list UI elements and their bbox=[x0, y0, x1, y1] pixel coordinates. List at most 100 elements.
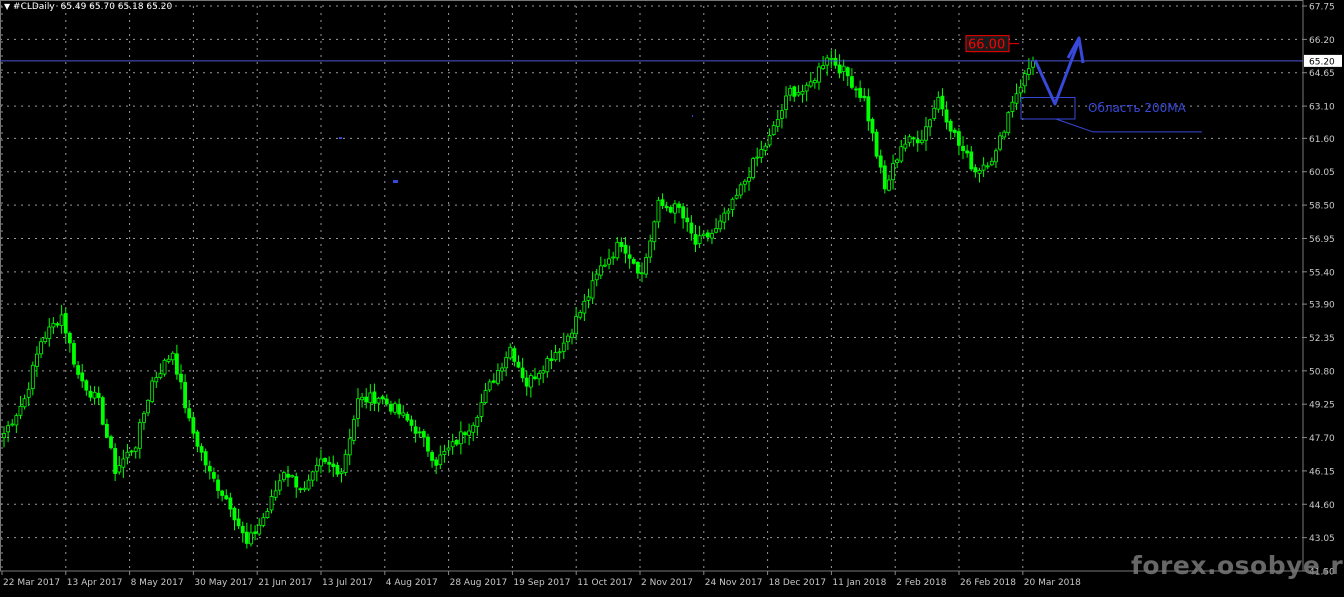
candle-body bbox=[919, 139, 924, 144]
candle-body bbox=[306, 479, 311, 490]
y-tick-label: 47.70 bbox=[1309, 434, 1335, 444]
candle-body bbox=[1010, 101, 1015, 112]
collapse-triangle-icon[interactable]: ▼ bbox=[4, 2, 10, 11]
candle-body bbox=[158, 373, 163, 378]
candle-body bbox=[932, 107, 937, 119]
y-tick-label: 50.80 bbox=[1309, 367, 1335, 377]
candle-body bbox=[808, 81, 813, 87]
candle-body bbox=[763, 145, 768, 151]
candle-body bbox=[989, 160, 994, 166]
candle-body bbox=[858, 87, 863, 98]
candle-body bbox=[286, 473, 290, 478]
candle-body bbox=[767, 135, 772, 146]
candle-body bbox=[549, 358, 554, 362]
candle-body bbox=[500, 367, 504, 372]
candle-body bbox=[129, 450, 134, 453]
symbol-label: #CLDaily bbox=[13, 2, 55, 12]
candle-body bbox=[59, 314, 64, 326]
candle-body bbox=[866, 96, 871, 122]
candle-body bbox=[705, 232, 710, 238]
x-tick-label: 11 Oct 2017 bbox=[577, 578, 633, 588]
x-tick-label: 11 Jan 2018 bbox=[832, 578, 886, 588]
candle-body bbox=[356, 398, 360, 419]
candle-body bbox=[224, 495, 229, 500]
y-tick-label: 58.50 bbox=[1309, 202, 1335, 212]
candle-body bbox=[133, 447, 138, 452]
candle-body bbox=[212, 472, 216, 479]
candle-body bbox=[55, 323, 60, 326]
candle-body bbox=[137, 422, 142, 449]
candle-body bbox=[236, 518, 241, 527]
candle-body bbox=[277, 480, 282, 491]
candle-body bbox=[998, 135, 1002, 150]
candle-body bbox=[710, 233, 714, 239]
candle-body bbox=[631, 258, 636, 264]
x-tick-label: 26 Feb 2018 bbox=[960, 578, 1016, 588]
candle-body bbox=[652, 221, 657, 243]
candle-body bbox=[755, 156, 760, 159]
candle-body bbox=[607, 258, 611, 265]
candle-body bbox=[479, 402, 484, 417]
candle-body bbox=[742, 180, 747, 185]
candle-body bbox=[240, 526, 245, 534]
candle-body bbox=[660, 199, 665, 207]
y-tick-label: 61.60 bbox=[1309, 135, 1335, 145]
candle-body bbox=[928, 119, 932, 128]
candle-body bbox=[965, 150, 970, 154]
candle-body bbox=[368, 392, 373, 404]
candle-body bbox=[664, 206, 669, 209]
candle-body bbox=[833, 57, 838, 66]
candle-body bbox=[603, 264, 607, 267]
x-tick-label: 2 Nov 2017 bbox=[641, 578, 693, 588]
candle-body bbox=[911, 137, 916, 140]
candle-body bbox=[952, 129, 957, 133]
candle-body bbox=[67, 332, 72, 344]
candle-body bbox=[105, 423, 109, 438]
y-tick-label: 49.25 bbox=[1309, 401, 1335, 411]
stray-mark bbox=[692, 115, 693, 117]
candle-body bbox=[463, 432, 467, 435]
stray-mark bbox=[393, 180, 398, 183]
candle-body bbox=[899, 146, 904, 162]
candle-body bbox=[298, 488, 303, 491]
candle-body bbox=[854, 88, 858, 91]
candle-body bbox=[948, 120, 953, 132]
candle-body bbox=[331, 463, 336, 468]
candle-body bbox=[290, 475, 295, 478]
y-tick-label: 43.05 bbox=[1309, 534, 1335, 544]
candle-body bbox=[80, 372, 85, 382]
ohlc-values: 65.49 65.70 65.18 65.20 bbox=[60, 2, 173, 12]
candle-body bbox=[1018, 86, 1023, 94]
candle-body bbox=[796, 92, 801, 96]
candle-body bbox=[528, 375, 533, 388]
candle-body bbox=[829, 58, 834, 60]
candle-body bbox=[821, 65, 825, 69]
candle-body bbox=[780, 110, 784, 119]
candle-body bbox=[179, 373, 183, 383]
candle-body bbox=[146, 399, 150, 414]
candle-body bbox=[63, 313, 68, 334]
candle-body bbox=[491, 380, 496, 383]
x-tick-label: 22 Mar 2017 bbox=[3, 578, 60, 588]
candle-body bbox=[30, 364, 35, 389]
candle-body bbox=[537, 373, 541, 380]
candle-body bbox=[397, 404, 402, 415]
candle-body bbox=[109, 436, 113, 449]
x-tick-label: 8 May 2017 bbox=[131, 578, 184, 588]
candle-body bbox=[434, 459, 439, 466]
candle-body bbox=[203, 451, 208, 466]
candle-body bbox=[364, 396, 369, 403]
candle-body bbox=[1002, 131, 1007, 138]
candle-body bbox=[961, 145, 965, 152]
x-tick-label: 13 Jul 2017 bbox=[322, 578, 373, 588]
candle-body bbox=[483, 390, 488, 403]
candle-body bbox=[635, 262, 640, 274]
candle-body bbox=[10, 423, 15, 426]
candle-body bbox=[681, 206, 686, 219]
candle-body bbox=[862, 95, 867, 99]
chart-header: ▼ #CLDaily 65.49 65.70 65.18 65.20 bbox=[4, 2, 172, 12]
price-chart[interactable]: 67.75 66.20 64.65 63.10 61.60 60.05 58.50 56.95… bbox=[0, 0, 1344, 593]
candle-body bbox=[384, 398, 389, 405]
candle-body bbox=[878, 155, 883, 168]
candle-body bbox=[88, 390, 93, 398]
